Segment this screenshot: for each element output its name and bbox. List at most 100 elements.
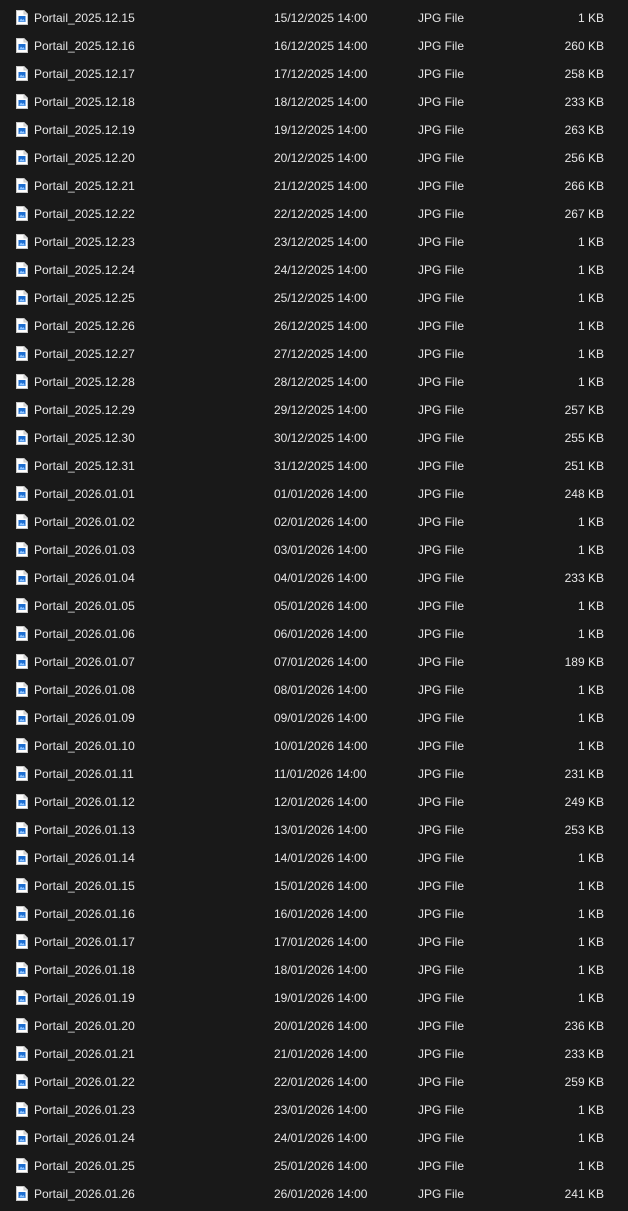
- file-row[interactable]: Portail_2025.12.25 25/12/2025 14:00 JPG …: [0, 284, 628, 312]
- jpg-file-icon: [16, 598, 28, 613]
- file-row[interactable]: Portail_2026.01.05 05/01/2026 14:00 JPG …: [0, 592, 628, 620]
- file-type: JPG File: [418, 963, 465, 977]
- file-size: 231 KB: [564, 767, 604, 781]
- file-date-modified: 26/12/2025 14:00: [274, 319, 368, 333]
- file-type: JPG File: [418, 431, 465, 445]
- file-row[interactable]: Portail_2026.01.08 08/01/2026 14:00 JPG …: [0, 676, 628, 704]
- file-row[interactable]: Portail_2025.12.27 27/12/2025 14:00 JPG …: [0, 340, 628, 368]
- file-date-modified: 18/12/2025 14:00: [274, 95, 368, 109]
- file-date-modified: 02/01/2026 14:00: [274, 515, 368, 529]
- file-row[interactable]: Portail_2026.01.12 12/01/2026 14:00 JPG …: [0, 788, 628, 816]
- jpg-file-icon: [16, 150, 28, 165]
- file-size: 1 KB: [577, 1103, 604, 1117]
- file-row[interactable]: Portail_2025.12.19 19/12/2025 14:00 JPG …: [0, 116, 628, 144]
- jpg-file-icon: [16, 178, 28, 193]
- file-row[interactable]: Portail_2025.12.20 20/12/2025 14:00 JPG …: [0, 144, 628, 172]
- file-name: Portail_2026.01.18: [34, 963, 135, 977]
- file-row[interactable]: Portail_2025.12.18 18/12/2025 14:00 JPG …: [0, 88, 628, 116]
- file-row[interactable]: Portail_2025.12.16 16/12/2025 14:00 JPG …: [0, 32, 628, 60]
- file-size: 1 KB: [577, 935, 604, 949]
- file-size: 1 KB: [577, 515, 604, 529]
- file-row[interactable]: Portail_2026.01.16 16/01/2026 14:00 JPG …: [0, 900, 628, 928]
- file-date-modified: 20/12/2025 14:00: [274, 151, 368, 165]
- file-size: 233 KB: [564, 95, 604, 109]
- file-date-modified: 17/01/2026 14:00: [274, 935, 368, 949]
- file-row[interactable]: Portail_2026.01.22 22/01/2026 14:00 JPG …: [0, 1068, 628, 1096]
- file-date-modified: 25/01/2026 14:00: [274, 1159, 368, 1173]
- file-date-modified: 21/12/2025 14:00: [274, 179, 368, 193]
- file-date-modified: 13/01/2026 14:00: [274, 823, 368, 837]
- file-type: JPG File: [418, 627, 465, 641]
- file-row[interactable]: Portail_2026.01.21 21/01/2026 14:00 JPG …: [0, 1040, 628, 1068]
- file-size: 1 KB: [577, 599, 604, 613]
- jpg-file-icon: [16, 94, 28, 109]
- jpg-file-icon: [16, 514, 28, 529]
- file-size: 258 KB: [564, 67, 604, 81]
- jpg-file-icon: [16, 262, 28, 277]
- file-row[interactable]: Portail_2026.01.26 26/01/2026 14:00 JPG …: [0, 1180, 628, 1208]
- file-name: Portail_2026.01.05: [34, 599, 135, 613]
- file-row[interactable]: Portail_2025.12.22 22/12/2025 14:00 JPG …: [0, 200, 628, 228]
- file-name: Portail_2026.01.02: [34, 515, 135, 529]
- file-row[interactable]: Portail_2025.12.26 26/12/2025 14:00 JPG …: [0, 312, 628, 340]
- file-row[interactable]: Portail_2025.12.24 24/12/2025 14:00 JPG …: [0, 256, 628, 284]
- file-row[interactable]: Portail_2026.01.07 07/01/2026 14:00 JPG …: [0, 648, 628, 676]
- file-row[interactable]: Portail_2025.12.30 30/12/2025 14:00 JPG …: [0, 424, 628, 452]
- file-row[interactable]: Portail_2026.01.04 04/01/2026 14:00 JPG …: [0, 564, 628, 592]
- file-date-modified: 22/12/2025 14:00: [274, 207, 368, 221]
- file-row[interactable]: Portail_2026.01.15 15/01/2026 14:00 JPG …: [0, 872, 628, 900]
- file-row[interactable]: Portail_2026.01.02 02/01/2026 14:00 JPG …: [0, 508, 628, 536]
- file-size: 1 KB: [577, 963, 604, 977]
- file-row[interactable]: Portail_2025.12.17 17/12/2025 14:00 JPG …: [0, 60, 628, 88]
- file-type: JPG File: [418, 403, 465, 417]
- file-size: 1 KB: [577, 851, 604, 865]
- file-name: Portail_2025.12.17: [34, 67, 135, 81]
- file-date-modified: 31/12/2025 14:00: [274, 459, 368, 473]
- file-row[interactable]: Portail_2026.01.10 10/01/2026 14:00 JPG …: [0, 732, 628, 760]
- file-row[interactable]: Portail_2026.01.23 23/01/2026 14:00 JPG …: [0, 1096, 628, 1124]
- file-row[interactable]: Portail_2026.01.03 03/01/2026 14:00 JPG …: [0, 536, 628, 564]
- file-row[interactable]: Portail_2026.01.09 09/01/2026 14:00 JPG …: [0, 704, 628, 732]
- file-row[interactable]: Portail_2026.01.20 20/01/2026 14:00 JPG …: [0, 1012, 628, 1040]
- file-row[interactable]: Portail_2026.01.24 24/01/2026 14:00 JPG …: [0, 1124, 628, 1152]
- file-date-modified: 21/01/2026 14:00: [274, 1047, 368, 1061]
- file-type: JPG File: [418, 11, 465, 25]
- file-name: Portail_2025.12.30: [34, 431, 135, 445]
- file-size: 249 KB: [564, 795, 604, 809]
- file-row[interactable]: Portail_2026.01.17 17/01/2026 14:00 JPG …: [0, 928, 628, 956]
- file-type: JPG File: [418, 1075, 465, 1089]
- file-date-modified: 19/12/2025 14:00: [274, 123, 368, 137]
- file-name: Portail_2026.01.21: [34, 1047, 135, 1061]
- file-size: 266 KB: [564, 179, 604, 193]
- file-row[interactable]: Portail_2025.12.15 15/12/2025 14:00 JPG …: [0, 4, 628, 32]
- file-date-modified: 06/01/2026 14:00: [274, 627, 368, 641]
- file-name: Portail_2025.12.20: [34, 151, 135, 165]
- file-date-modified: 14/01/2026 14:00: [274, 851, 368, 865]
- file-row[interactable]: Portail_2025.12.31 31/12/2025 14:00 JPG …: [0, 452, 628, 480]
- file-type: JPG File: [418, 571, 465, 585]
- file-name: Portail_2025.12.16: [34, 39, 135, 53]
- file-type: JPG File: [418, 67, 465, 81]
- file-size: 1 KB: [577, 1131, 604, 1145]
- file-row[interactable]: Portail_2026.01.14 14/01/2026 14:00 JPG …: [0, 844, 628, 872]
- file-type: JPG File: [418, 347, 465, 361]
- file-size: 251 KB: [564, 459, 604, 473]
- file-date-modified: 08/01/2026 14:00: [274, 683, 368, 697]
- file-row[interactable]: Portail_2026.01.25 25/01/2026 14:00 JPG …: [0, 1152, 628, 1180]
- file-row[interactable]: Portail_2025.12.29 29/12/2025 14:00 JPG …: [0, 396, 628, 424]
- file-name: Portail_2025.12.19: [34, 123, 135, 137]
- file-row[interactable]: Portail_2025.12.23 23/12/2025 14:00 JPG …: [0, 228, 628, 256]
- file-name: Portail_2026.01.19: [34, 991, 135, 1005]
- file-row[interactable]: Portail_2026.01.13 13/01/2026 14:00 JPG …: [0, 816, 628, 844]
- file-size: 255 KB: [564, 431, 604, 445]
- file-row[interactable]: Portail_2026.01.01 01/01/2026 14:00 JPG …: [0, 480, 628, 508]
- file-date-modified: 30/12/2025 14:00: [274, 431, 368, 445]
- file-row[interactable]: Portail_2026.01.06 06/01/2026 14:00 JPG …: [0, 620, 628, 648]
- file-row[interactable]: Portail_2026.01.18 18/01/2026 14:00 JPG …: [0, 956, 628, 984]
- file-row[interactable]: Portail_2025.12.21 21/12/2025 14:00 JPG …: [0, 172, 628, 200]
- file-type: JPG File: [418, 991, 465, 1005]
- file-row[interactable]: Portail_2026.01.11 11/01/2026 14:00 JPG …: [0, 760, 628, 788]
- file-row[interactable]: Portail_2025.12.28 28/12/2025 14:00 JPG …: [0, 368, 628, 396]
- file-date-modified: 05/01/2026 14:00: [274, 599, 368, 613]
- file-row[interactable]: Portail_2026.01.19 19/01/2026 14:00 JPG …: [0, 984, 628, 1012]
